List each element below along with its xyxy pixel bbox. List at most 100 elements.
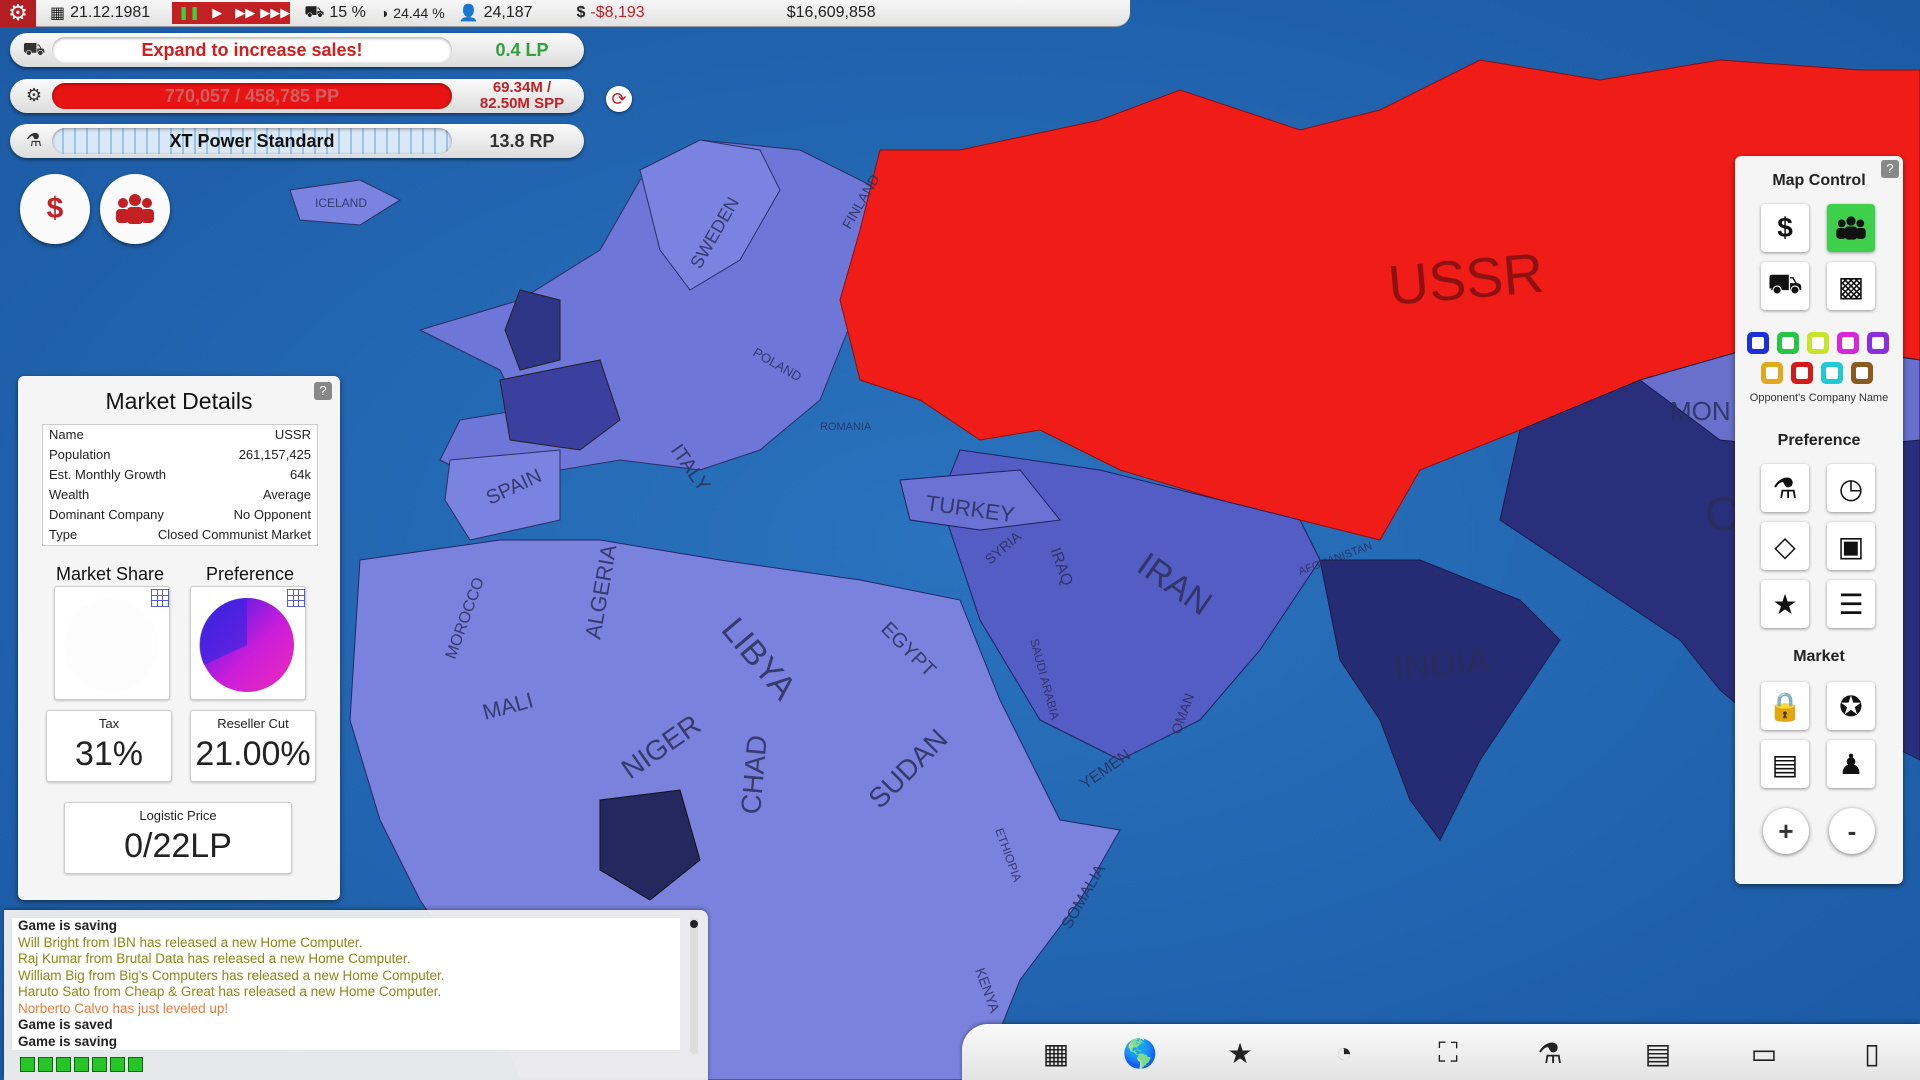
sales-status[interactable]: ⛟ Expand to increase sales! 0.4 LP (10, 33, 584, 67)
world-icon[interactable]: 🌎 (1120, 1036, 1160, 1070)
ranking-map-button[interactable]: ▩ (1827, 262, 1875, 310)
filter-toggle-4[interactable] (74, 1057, 89, 1072)
bottom-toolbar: ▦ 🌎 ★ ◔ ⛶ ⚗ ▤ ▭ ▯ (962, 1024, 1920, 1080)
research-status[interactable]: ⚗ XT Power Standard 13.8 RP (10, 124, 584, 158)
dollar-map-button[interactable]: $ (20, 174, 90, 244)
truck-icon: ⛟ (22, 39, 46, 59)
production-spp: 69.34M /82.50M SPP (479, 79, 565, 112)
diamond-pref-button[interactable]: ◇ (1761, 522, 1809, 570)
cash-display: $16,609,858 (786, 4, 876, 21)
news-item: Game is saving (18, 1033, 118, 1049)
zoom-out-button[interactable]: - (1829, 808, 1875, 854)
report-icon: ▤ (1771, 748, 1799, 780)
industry-pref-button[interactable]: ⚗ (1761, 464, 1809, 512)
news-log-list[interactable]: Game is saving Will Bright from IBN has … (12, 918, 680, 1050)
date-display: ▦ 21.12.1981 (50, 4, 151, 22)
report-market-button[interactable]: ▤ (1761, 740, 1809, 788)
opponent-color-7[interactable] (1791, 362, 1813, 384)
news-item: Will Bright from IBN has released a new … (18, 934, 363, 950)
filter-toggle-1[interactable] (20, 1057, 35, 1072)
document-icon[interactable]: ▤ (1638, 1036, 1678, 1070)
computer-icon[interactable]: ▭ (1744, 1036, 1784, 1070)
label-iceland: ICELAND (315, 196, 367, 210)
star-icon: ★ (1772, 588, 1798, 620)
opponent-color-9[interactable] (1851, 362, 1873, 384)
fastest-icon[interactable]: ▶▶▶ (260, 4, 290, 22)
logistics-map-button[interactable]: ⛟ (1761, 262, 1809, 310)
research-name: XT Power Standard (52, 128, 452, 154)
news-filter-buttons (20, 1057, 143, 1072)
calendar-icon: ▦ (50, 5, 66, 22)
microscope-icon[interactable]: ⚗ (1530, 1036, 1570, 1070)
logistic-price-box: Logistic Price 0/22LP (64, 802, 292, 874)
microscope-icon: ⚗ (25, 130, 43, 150)
database-icon: ☰ (1838, 588, 1864, 620)
person-icon: 👤 (458, 5, 479, 22)
gear-icon[interactable]: ⚙ (0, 0, 36, 27)
filter-toggle-7[interactable] (128, 1057, 143, 1072)
population-map-button[interactable] (100, 174, 170, 244)
clock-icon: ◷ (1838, 472, 1864, 504)
diamond-icon: ◇ (1774, 530, 1796, 562)
production-status[interactable]: ⚙ 770,057 / 458,785 PP 69.34M /82.50M SP… (10, 79, 584, 113)
info-row-name: Name USSR (49, 427, 311, 442)
chip-pref-button[interactable]: ▣ (1827, 522, 1875, 570)
tax-box: Tax 31% (46, 710, 172, 782)
badge-market-button[interactable]: ✪ (1827, 682, 1875, 730)
box-icon[interactable]: ▦ (1036, 1036, 1076, 1070)
news-item: Norberto Calvo has just leveled up! (18, 1000, 229, 1016)
money-map-button[interactable]: $ (1761, 204, 1809, 252)
filter-toggle-3[interactable] (56, 1057, 71, 1072)
filter-toggle-6[interactable] (110, 1057, 125, 1072)
reseller-cut-box: Reseller Cut 21.00% (190, 710, 316, 782)
person-market-button[interactable]: ♟ (1827, 740, 1875, 788)
database-pref-button[interactable]: ☰ (1827, 580, 1875, 628)
crane-icon[interactable]: ⛶ (1428, 1036, 1468, 1070)
opponent-color-2[interactable] (1777, 332, 1799, 354)
info-row-wealth: Wealth Average (49, 487, 311, 502)
preference-pie (199, 597, 294, 692)
market-share-display: ⛟ 15 % (304, 4, 366, 21)
news-item: Game is saved (18, 1017, 113, 1032)
panel-title: Market Details (105, 388, 253, 414)
truck-icon: ⛟ (1767, 268, 1803, 299)
play-icon[interactable]: ▶ (204, 4, 230, 22)
server-icon[interactable]: ▯ (1852, 1036, 1892, 1070)
label-romania: ROMANIA (820, 421, 872, 433)
clock-pref-button[interactable]: ◷ (1827, 464, 1875, 512)
truck-icon: ⛟ (304, 4, 325, 21)
news-scrollbar[interactable] (690, 918, 698, 1054)
zoom-in-button[interactable]: + (1763, 808, 1809, 854)
info-row-growth: Est. Monthly Growth 64k (49, 467, 311, 482)
global-share-display: ◑ 24.44 % (379, 5, 445, 21)
star-icon[interactable]: ★ (1220, 1036, 1260, 1070)
info-row-type: Type Closed Communist Market (49, 527, 311, 542)
filter-toggle-2[interactable] (38, 1057, 53, 1072)
label-mon: MON (1670, 396, 1731, 426)
opponent-color-1[interactable] (1747, 332, 1769, 354)
opponent-color-3[interactable] (1807, 332, 1829, 354)
pie-chart-icon[interactable]: ◔ (1324, 1036, 1364, 1070)
population-map-button[interactable] (1827, 204, 1875, 252)
preference-label: Preference (205, 564, 295, 584)
market-info-table: Name USSR Population 261,157,425 Est. Mont… (42, 424, 318, 546)
map-control-title: Map Control (1772, 172, 1866, 189)
opponent-color-5[interactable] (1867, 332, 1889, 354)
refresh-icon[interactable]: ⟳ (606, 86, 632, 112)
badge-star-icon: ✪ (1839, 690, 1863, 722)
opponent-color-8[interactable] (1821, 362, 1843, 384)
employees-display: 👤 24,187 (458, 4, 533, 22)
fast-forward-icon[interactable]: ▶▶ (232, 4, 258, 22)
preference-chart (190, 586, 306, 700)
dollar-icon: $ (576, 4, 586, 21)
speed-controls: ❚❚ ▶ ▶▶ ▶▶▶ (172, 2, 291, 24)
pause-icon[interactable]: ❚❚ (176, 4, 202, 22)
lock-market-button[interactable]: 🔒 (1761, 682, 1809, 730)
help-icon[interactable]: ? (314, 382, 332, 400)
opponent-color-6[interactable] (1761, 362, 1783, 384)
market-share-label: Market Share (55, 564, 165, 584)
filter-toggle-5[interactable] (92, 1057, 107, 1072)
star-pref-button[interactable]: ★ (1761, 580, 1809, 628)
opponent-color-4[interactable] (1837, 332, 1859, 354)
podium-icon: ▩ (1837, 270, 1865, 302)
